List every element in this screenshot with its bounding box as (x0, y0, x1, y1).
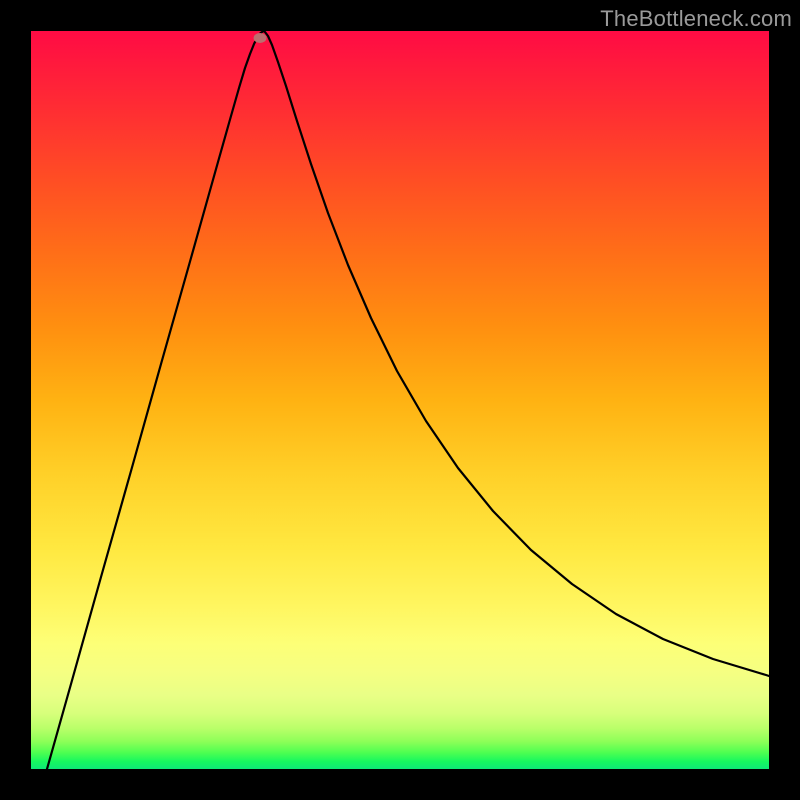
bottleneck-curve (31, 31, 769, 769)
chart-frame: TheBottleneck.com (0, 0, 800, 800)
chart-plot-area (31, 31, 769, 769)
optimal-point-marker (254, 33, 267, 43)
watermark: TheBottleneck.com (600, 6, 792, 32)
